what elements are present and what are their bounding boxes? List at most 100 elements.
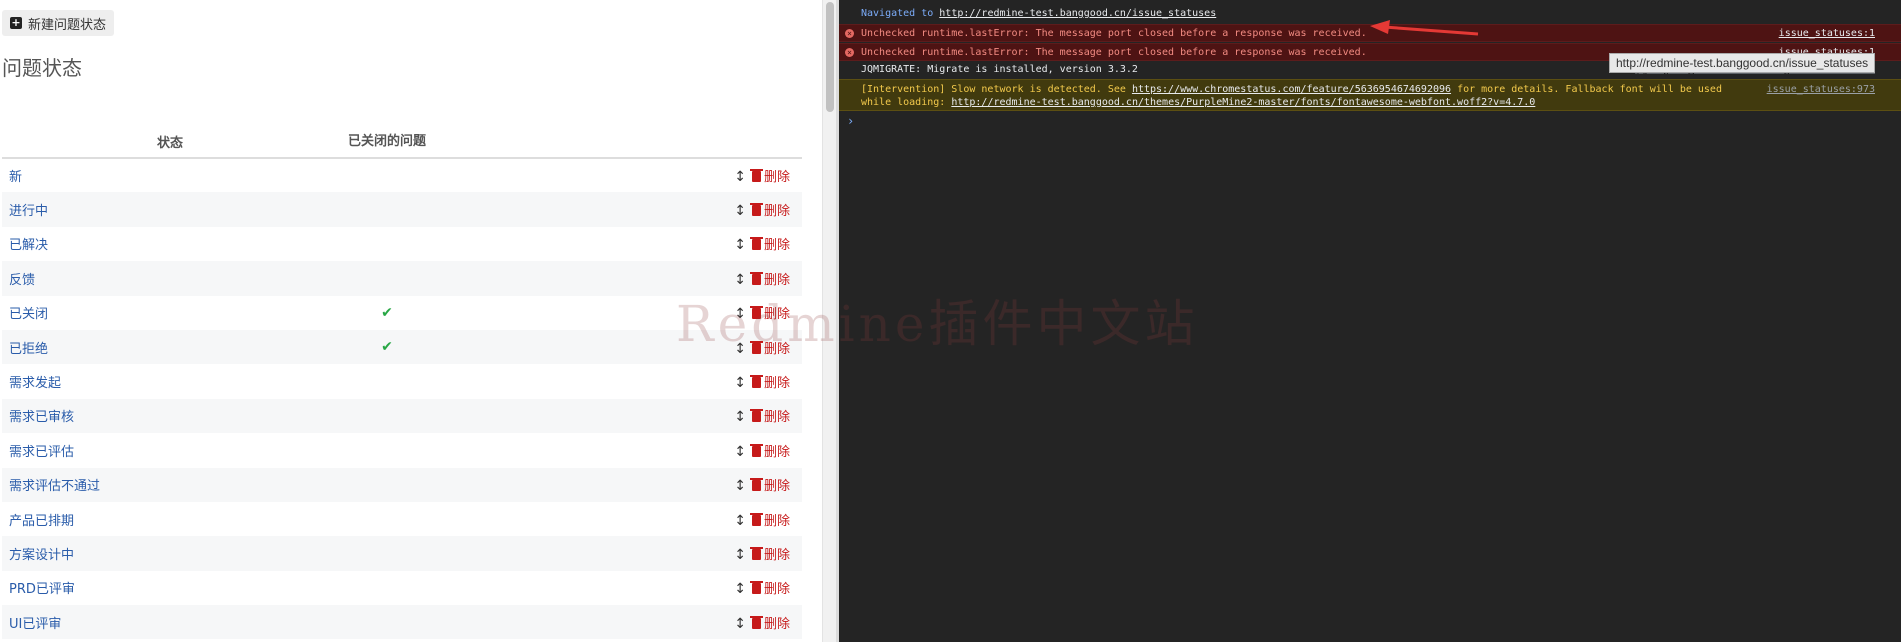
delete-link[interactable]: 删除 — [749, 581, 790, 597]
delete-link[interactable]: 删除 — [749, 203, 790, 219]
closed-cell — [338, 261, 436, 295]
sort-handle-icon[interactable]: ↕ — [734, 409, 746, 425]
table-row: 进行中 ↕ 删除 — [2, 192, 802, 227]
checkmark-icon: ✔ — [381, 339, 393, 356]
navigated-prefix: Navigated to — [861, 8, 934, 19]
table-row: 产品已排期 ↕ 删除 — [2, 502, 802, 536]
page-scrollbar[interactable] — [822, 0, 837, 642]
navigated-url-link[interactable]: http://redmine-test.banggood.cn/issue_st… — [939, 8, 1216, 19]
trash-icon — [749, 306, 763, 320]
warning-font-url-link[interactable]: http://redmine-test.banggood.cn/themes/P… — [951, 97, 1535, 108]
delete-link[interactable]: 删除 — [749, 237, 790, 253]
row-actions: ↕ 删除 — [436, 468, 802, 502]
status-name-link[interactable]: PRD已评审 — [2, 571, 338, 605]
new-issue-status-button[interactable]: + 新建问题状态 — [2, 10, 115, 36]
sort-handle-icon[interactable]: ↕ — [734, 203, 746, 219]
delete-link[interactable]: 删除 — [749, 375, 790, 391]
row-actions: ↕ 删除 — [436, 364, 802, 398]
red-arrow-annotation-icon — [1370, 20, 1479, 36]
sort-handle-icon[interactable]: ↕ — [734, 169, 746, 185]
devtools-console: Navigated to http://redmine-test.banggoo… — [839, 0, 1901, 642]
header-status[interactable]: 状态 — [2, 106, 338, 159]
sort-handle-icon[interactable]: ↕ — [734, 444, 746, 460]
closed-cell — [338, 536, 436, 570]
console-warning-line: [Intervention] Slow network is detected.… — [839, 79, 1901, 111]
trash-icon — [749, 375, 763, 389]
status-name-link[interactable]: 需求评估不通过 — [2, 468, 338, 502]
closed-cell — [338, 571, 436, 605]
error-source-link[interactable]: issue_statuses:1 — [1779, 25, 1875, 43]
status-name-link[interactable]: 反馈 — [2, 261, 338, 295]
delete-link[interactable]: 删除 — [749, 169, 790, 186]
status-name-link[interactable]: UI已评审 — [2, 605, 338, 639]
sort-handle-icon[interactable]: ↕ — [734, 581, 746, 597]
sort-handle-icon[interactable]: ↕ — [734, 616, 746, 632]
table-row: 已解决 ↕ 删除 — [2, 227, 802, 261]
page-scrollbar-thumb[interactable] — [826, 2, 834, 112]
row-actions: ↕ 删除 — [436, 399, 802, 433]
sort-handle-icon[interactable]: ↕ — [734, 375, 746, 391]
status-name-link[interactable]: 新 — [2, 158, 338, 192]
sort-handle-icon[interactable]: ↕ — [734, 341, 746, 357]
delete-label: 删除 — [763, 513, 790, 529]
delete-link[interactable]: 删除 — [749, 409, 790, 426]
status-name-link[interactable]: 需求已审核 — [2, 399, 338, 433]
table-row: 新 ↕ 删除 — [2, 158, 802, 192]
status-name-link[interactable]: 已解决 — [2, 227, 338, 261]
header-closed[interactable]: 已关闭的问题 — [338, 106, 436, 159]
delete-link[interactable]: 删除 — [749, 512, 790, 529]
delete-label: 删除 — [763, 341, 790, 357]
closed-cell — [338, 192, 436, 226]
trash-icon — [749, 546, 763, 560]
delete-link[interactable]: 删除 — [749, 615, 790, 632]
console-prompt-chevron-icon[interactable]: › — [847, 114, 854, 128]
row-actions: ↕ 删除 — [436, 227, 802, 261]
sort-handle-icon[interactable]: ↕ — [734, 306, 746, 322]
delete-label: 删除 — [763, 170, 790, 186]
closed-cell — [338, 227, 436, 261]
status-name-link[interactable]: 已关闭 — [2, 296, 338, 330]
row-actions: ↕ 删除 — [436, 605, 802, 639]
row-actions: ↕ 删除 — [436, 192, 802, 226]
row-actions: ↕ 删除 — [436, 433, 802, 467]
status-name-link[interactable]: 产品已排期 — [2, 502, 338, 536]
warning-source-link[interactable]: issue_statuses:973 — [1767, 83, 1875, 96]
trash-icon — [749, 169, 763, 183]
url-tooltip: http://redmine-test.banggood.cn/issue_st… — [1609, 53, 1876, 73]
status-name-link[interactable]: 进行中 — [2, 192, 338, 226]
table-row: PRD已评审 ↕ 删除 — [2, 571, 802, 605]
row-actions: ↕ 删除 — [436, 296, 802, 330]
delete-link[interactable]: 删除 — [749, 340, 790, 357]
status-name-link[interactable]: 方案设计中 — [2, 536, 338, 570]
trash-icon — [749, 512, 763, 526]
sort-handle-icon[interactable]: ↕ — [734, 272, 746, 288]
redmine-page: + 新建问题状态 问题状态 状态 已关闭的问题 新 ↕ 删除 进行中 ↕ 删除 已解决 ↕ 删除… — [0, 0, 822, 642]
status-name-link[interactable]: 已拒绝 — [2, 330, 338, 364]
sort-handle-icon[interactable]: ↕ — [734, 237, 746, 253]
closed-cell — [338, 468, 436, 502]
delete-link[interactable]: 删除 — [749, 306, 790, 323]
arrow-shaft — [1383, 25, 1479, 36]
delete-link[interactable]: 删除 — [749, 443, 790, 460]
closed-cell — [338, 502, 436, 536]
row-actions: ↕ 删除 — [436, 158, 802, 192]
sort-handle-icon[interactable]: ↕ — [734, 513, 746, 529]
trash-icon — [749, 203, 763, 217]
issue-status-table: 状态 已关闭的问题 新 ↕ 删除 进行中 ↕ 删除 已解决 ↕ 删除 反馈 ↕ 删除 已关闭 ✔ ↕ 删除 已拒… — [2, 106, 802, 640]
warning-chromestatus-link[interactable]: https://www.chromestatus.com/feature/563… — [1132, 84, 1451, 95]
page-title: 问题状态 — [2, 56, 82, 80]
delete-link[interactable]: 删除 — [749, 478, 790, 494]
status-name-link[interactable]: 需求已评估 — [2, 433, 338, 467]
row-actions: ↕ 删除 — [436, 536, 802, 570]
status-name-link[interactable]: 需求发起 — [2, 364, 338, 398]
delete-label: 删除 — [763, 307, 790, 323]
new-issue-status-label: 新建问题状态 — [28, 17, 107, 33]
delete-link[interactable]: 删除 — [749, 546, 790, 563]
trash-icon — [749, 581, 763, 595]
sort-handle-icon[interactable]: ↕ — [734, 478, 746, 494]
warning-prefix: [Intervention] Slow network is detected.… — [861, 84, 1126, 95]
error-icon: × — [845, 29, 854, 38]
sort-handle-icon[interactable]: ↕ — [734, 547, 746, 563]
delete-link[interactable]: 删除 — [749, 271, 790, 288]
delete-label: 删除 — [763, 410, 790, 426]
